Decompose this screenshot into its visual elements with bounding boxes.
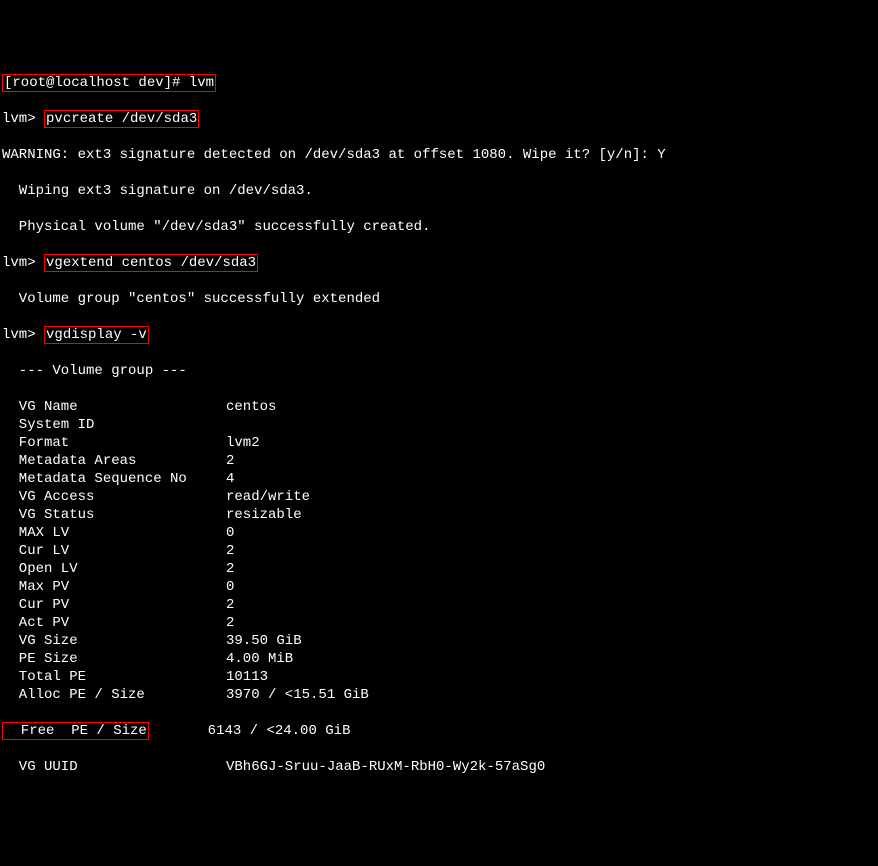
field-row: VG Namecentos (2, 398, 876, 416)
field-label: MAX LV (2, 524, 226, 542)
field-value: 2 (226, 561, 234, 577)
field-label: Metadata Areas (2, 452, 226, 470)
pvcreated-line: Physical volume "/dev/sda3" successfully… (2, 218, 876, 236)
field-row: VG Accessread/write (2, 488, 876, 506)
command-vgextend[interactable]: vgextend centos /dev/sda3 (44, 254, 258, 272)
field-row: Cur PV2 (2, 596, 876, 614)
field-row: Open LV2 (2, 560, 876, 578)
field-value: read/write (226, 489, 310, 505)
field-label: Cur LV (2, 542, 226, 560)
field-row: Cur LV2 (2, 542, 876, 560)
vg-uuid-value: VBh6GJ-Sruu-JaaB-RUxM-RbH0-Wy2k-57aSg0 (226, 759, 545, 775)
field-value: 3970 / <15.51 GiB (226, 687, 369, 703)
field-label: VG Size (2, 632, 226, 650)
vg-uuid-line: VG UUIDVBh6GJ-Sruu-JaaB-RUxM-RbH0-Wy2k-5… (2, 758, 876, 776)
field-label: System ID (2, 416, 226, 434)
field-row: Metadata Sequence No4 (2, 470, 876, 488)
field-value: resizable (226, 507, 302, 523)
vg-uuid-label: VG UUID (2, 758, 226, 776)
field-value: 2 (226, 597, 234, 613)
free-pe-line: Free PE / Size 6143 / <24.00 GiB (2, 722, 876, 740)
field-label: Format (2, 434, 226, 452)
field-row: VG Size39.50 GiB (2, 632, 876, 650)
field-label: Max PV (2, 578, 226, 596)
field-label: VG Status (2, 506, 226, 524)
prompt-text: [root@localhost dev]# (4, 75, 189, 91)
field-value: 10113 (226, 669, 268, 685)
field-label: Cur PV (2, 596, 226, 614)
field-value: 4.00 MiB (226, 651, 293, 667)
field-value: 0 (226, 579, 234, 595)
field-value: 2 (226, 615, 234, 631)
field-value: 39.50 GiB (226, 633, 302, 649)
field-value: 2 (226, 543, 234, 559)
command-pvcreate[interactable]: pvcreate /dev/sda3 (44, 110, 199, 128)
command: lvm (189, 75, 214, 91)
field-value: 0 (226, 525, 234, 541)
field-value: 4 (226, 471, 234, 487)
vg-header: --- Volume group --- (2, 362, 876, 380)
prompt-1[interactable]: [root@localhost dev]# lvm (2, 74, 216, 92)
field-row: VG Statusresizable (2, 506, 876, 524)
field-row: Formatlvm2 (2, 434, 876, 452)
field-row: Act PV2 (2, 614, 876, 632)
free-pe-pad (149, 723, 208, 739)
field-label: Act PV (2, 614, 226, 632)
free-pe-label: Free PE / Size (2, 722, 149, 740)
field-label: Total PE (2, 668, 226, 686)
field-label: PE Size (2, 650, 226, 668)
field-row: Alloc PE / Size3970 / <15.51 GiB (2, 686, 876, 704)
field-row: Total PE10113 (2, 668, 876, 686)
warning-line: WARNING: ext3 signature detected on /dev… (2, 146, 876, 164)
field-value: 2 (226, 453, 234, 469)
command-vgdisplay[interactable]: vgdisplay -v (44, 326, 149, 344)
field-label: Metadata Sequence No (2, 470, 226, 488)
field-label: VG Access (2, 488, 226, 506)
field-label: Alloc PE / Size (2, 686, 226, 704)
prompt-line-1: [root@localhost dev]# lvm (2, 74, 876, 92)
field-value: lvm2 (226, 435, 260, 451)
lvm-prompt: lvm> (2, 255, 44, 271)
field-row: Max PV0 (2, 578, 876, 596)
field-row: System ID (2, 416, 876, 434)
field-value: centos (226, 399, 276, 415)
lvm-prompt: lvm> (2, 111, 44, 127)
prompt-line-4: lvm> vgdisplay -v (2, 326, 876, 344)
field-row: PE Size4.00 MiB (2, 650, 876, 668)
vgextended-line: Volume group "centos" successfully exten… (2, 290, 876, 308)
lvm-prompt: lvm> (2, 327, 44, 343)
free-pe-value: 6143 / <24.00 GiB (208, 723, 351, 739)
wiping-line: Wiping ext3 signature on /dev/sda3. (2, 182, 876, 200)
field-row: MAX LV0 (2, 524, 876, 542)
prompt-line-3: lvm> vgextend centos /dev/sda3 (2, 254, 876, 272)
field-label: VG Name (2, 398, 226, 416)
field-row: Metadata Areas2 (2, 452, 876, 470)
field-label: Open LV (2, 560, 226, 578)
prompt-line-2: lvm> pvcreate /dev/sda3 (2, 110, 876, 128)
